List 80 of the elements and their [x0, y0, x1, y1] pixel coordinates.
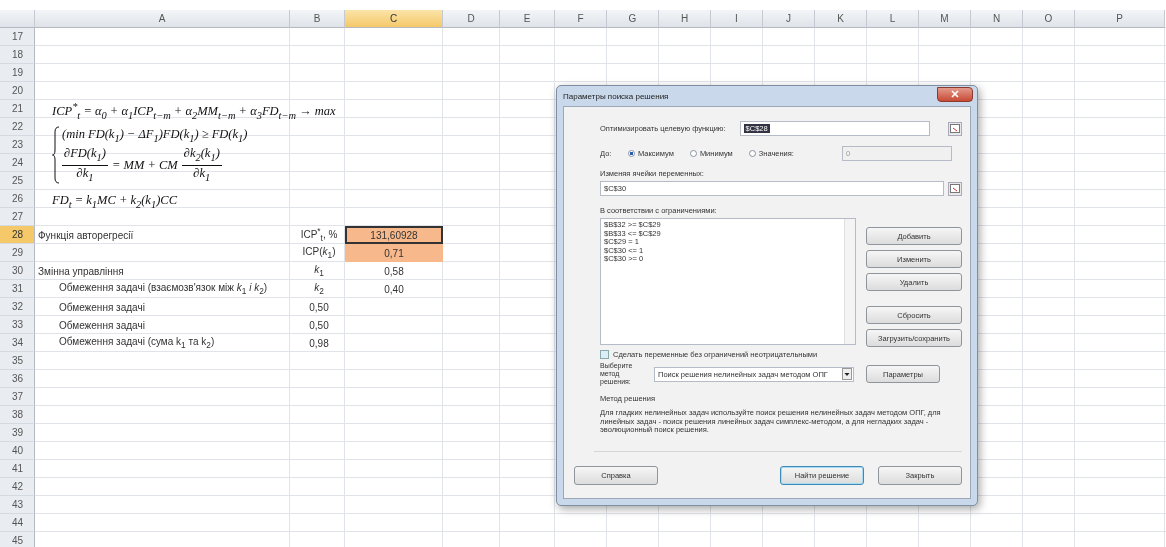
row-header[interactable]: 24 [0, 154, 35, 172]
cell-text: Обмеження задачі (взаємозв'язок між k$_{1}$ і k$_{2}$) [58, 282, 268, 296]
column-header[interactable]: F [555, 10, 607, 28]
cell-text: ICP(k$_{1}$) [301, 246, 336, 260]
row-header[interactable]: 42 [0, 478, 35, 496]
cell-text: Обмеження задачі (сума k$_{1}$ та k$_{2}$) [58, 336, 215, 350]
column-header[interactable]: K [815, 10, 867, 28]
row-header[interactable]: 21 [0, 100, 35, 118]
row-header[interactable]: 22 [0, 118, 35, 136]
column-header[interactable]: E [500, 10, 555, 28]
column-header[interactable]: M [919, 10, 971, 28]
row-header[interactable]: 33 [0, 316, 35, 334]
cell-text: k$_{2}$ [313, 282, 324, 296]
row-header[interactable]: 34 [0, 334, 35, 352]
column-header[interactable]: D [443, 10, 500, 28]
column-header[interactable]: J [763, 10, 815, 28]
window-title: Параметры поиска решения [563, 91, 669, 101]
cell-text: Функція авторегресії [37, 229, 134, 241]
scrollbar[interactable] [844, 219, 855, 344]
column-header[interactable]: L [867, 10, 919, 28]
column-header[interactable]: P [1075, 10, 1165, 28]
row-header[interactable]: 30 [0, 262, 35, 280]
row-header[interactable]: 35 [0, 352, 35, 370]
column-header[interactable]: G [607, 10, 659, 28]
row-header[interactable]: 43 [0, 496, 35, 514]
formula: FD$_{t}$ = k$_{1}$MC + k$_{2}$(k$_{1}$)CC [52, 192, 178, 212]
range-select-button[interactable] [948, 121, 962, 136]
column-header[interactable]: C [345, 10, 443, 28]
formula-denominator: ∂k$_{1}$ [76, 165, 94, 185]
table-cell[interactable]: 0,58 [345, 262, 443, 280]
row-header[interactable]: 37 [0, 388, 35, 406]
row-header[interactable]: 18 [0, 46, 35, 64]
column-header[interactable]: O [1023, 10, 1075, 28]
column-header[interactable]: I [711, 10, 763, 28]
formula: = MM + CM [111, 157, 178, 173]
close-button[interactable] [937, 86, 973, 102]
range-select-button[interactable] [948, 181, 962, 196]
row-header[interactable]: 25 [0, 172, 35, 190]
row-header[interactable]: 44 [0, 514, 35, 532]
column-header[interactable]: B [290, 10, 345, 28]
cell-text: Змінна управління [37, 265, 124, 277]
formula-numerator: ∂k$_{2}$(k$_{1}$) [181, 146, 222, 166]
table-cell[interactable]: 131,60928 [345, 226, 443, 244]
column-header[interactable]: H [659, 10, 711, 28]
cell-text: 0,50 [308, 319, 329, 331]
row-header[interactable]: 45 [0, 532, 35, 547]
formula-numerator: ∂FD(k$_{1}$) [62, 146, 108, 166]
row-header[interactable]: 38 [0, 406, 35, 424]
row-header[interactable]: 31 [0, 280, 35, 298]
row-header[interactable]: 26 [0, 190, 35, 208]
row-header[interactable]: 32 [0, 298, 35, 316]
cell-text: 0,98 [308, 337, 329, 349]
dropdown-icon [842, 368, 852, 380]
formula: (min FD(k$_{1}$) − ΔF$_{1}$)FD(k$_{1}$) ≥ FD(k$_{1}$) [62, 125, 248, 146]
row-header[interactable]: 17 [0, 28, 35, 46]
row-header[interactable]: 23 [0, 136, 35, 154]
range-icon [950, 124, 960, 133]
row-header[interactable]: 20 [0, 82, 35, 100]
cell-text: ICP$^{*}$$_{t}$, % [299, 226, 338, 244]
row-header[interactable]: 39 [0, 424, 35, 442]
cell-text: Обмеження задачі [58, 301, 145, 313]
close-icon [951, 90, 959, 98]
row-header[interactable]: 41 [0, 460, 35, 478]
row-header[interactable]: 40 [0, 442, 35, 460]
brace-icon [52, 125, 60, 184]
column-header[interactable]: A [35, 10, 290, 28]
cell-text: k$_{1}$ [313, 264, 324, 278]
row-header[interactable]: 36 [0, 370, 35, 388]
table-cell[interactable]: 0,40 [345, 280, 443, 298]
row-header[interactable]: 28 [0, 226, 35, 244]
range-icon [950, 184, 960, 193]
formula: ICP$^{*}$$_{t}$ = α$_{0}$ + α$_{1}$ICP$_{t−m}$ + α$_{2}$MM$_{t−m}$ + α$_{3}$FD$_{t−m}$ → max [52, 100, 336, 123]
row-header[interactable]: 29 [0, 244, 35, 262]
formula-denominator: ∂k$_{1}$ [193, 165, 211, 185]
table-cell[interactable]: 0,71 [345, 244, 443, 262]
cell-text: 0,50 [308, 301, 329, 313]
cell-text: Обмеження задачі [58, 319, 145, 331]
column-header[interactable]: N [971, 10, 1023, 28]
row-header[interactable]: 19 [0, 64, 35, 82]
row-header[interactable]: 27 [0, 208, 35, 226]
